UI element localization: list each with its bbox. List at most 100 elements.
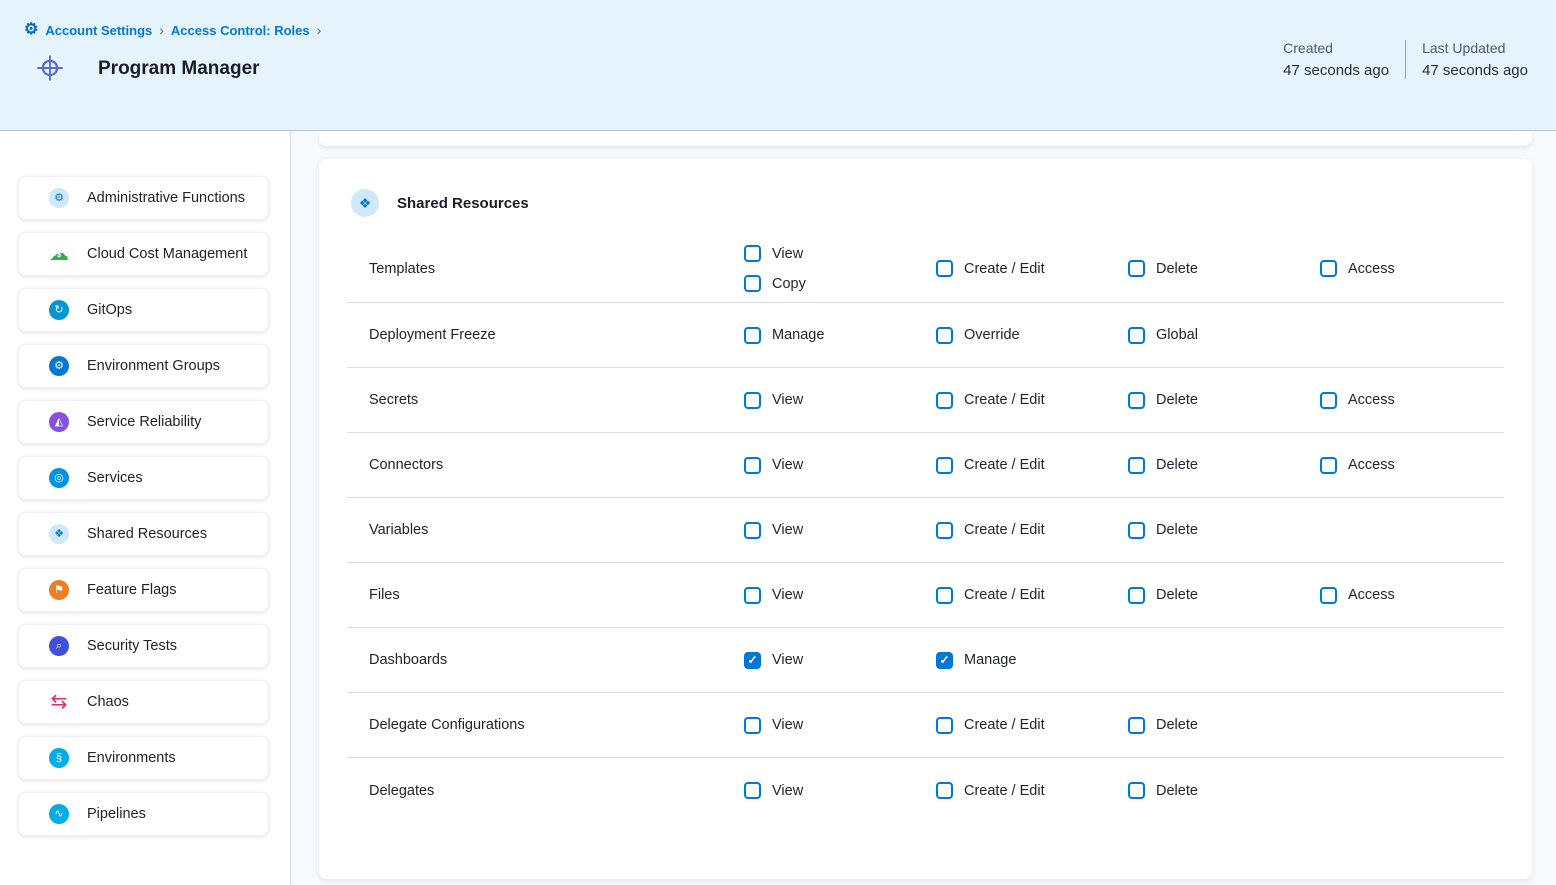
sidebar-item-gitops[interactable]: ↻ GitOps <box>18 288 269 332</box>
checkbox-checked-icon[interactable] <box>936 652 953 669</box>
permission-cell: Delete <box>1128 522 1320 539</box>
permission-cell: View <box>744 587 936 604</box>
checkbox-icon[interactable] <box>936 782 953 799</box>
dollar-overlay: $ <box>57 251 61 259</box>
sidebar-item-shared-resources[interactable]: ❖Shared Resources <box>18 512 269 556</box>
sidebar-item-label: Chaos <box>87 694 129 710</box>
checkbox-icon[interactable] <box>1320 260 1337 277</box>
permission-label: Override <box>964 327 1020 343</box>
breadcrumb: ⚙ Account Settings › Access Control: Rol… <box>24 22 1540 38</box>
permission-create-edit[interactable]: Create / Edit <box>936 717 1128 734</box>
permission-label: View <box>772 522 803 538</box>
permission-view[interactable]: View <box>744 717 936 734</box>
permission-delete[interactable]: Delete <box>1128 717 1320 734</box>
checkbox-icon[interactable] <box>744 717 761 734</box>
permission-row-secrets: SecretsViewCreate / EditDeleteAccess <box>347 368 1504 433</box>
permission-override[interactable]: Override <box>936 327 1128 344</box>
permission-create-edit[interactable]: Create / Edit <box>936 522 1128 539</box>
checkbox-icon[interactable] <box>936 392 953 409</box>
permission-cell: Global <box>1128 327 1320 344</box>
permission-delete[interactable]: Delete <box>1128 260 1320 277</box>
permission-delete[interactable]: Delete <box>1128 782 1320 799</box>
checkbox-icon[interactable] <box>744 782 761 799</box>
permission-manage[interactable]: Manage <box>744 327 936 344</box>
permission-view[interactable]: View <box>744 652 936 669</box>
permission-manage[interactable]: Manage <box>936 652 1128 669</box>
permission-create-edit[interactable]: Create / Edit <box>936 392 1128 409</box>
permission-create-edit[interactable]: Create / Edit <box>936 782 1128 799</box>
permission-delete[interactable]: Delete <box>1128 392 1320 409</box>
permission-cell: View <box>744 392 936 409</box>
checkbox-icon[interactable] <box>1128 260 1145 277</box>
checkbox-icon[interactable] <box>1320 457 1337 474</box>
permission-view[interactable]: View <box>744 782 936 799</box>
checkbox-icon[interactable] <box>744 457 761 474</box>
checkbox-icon[interactable] <box>744 587 761 604</box>
permission-delete[interactable]: Delete <box>1128 587 1320 604</box>
checkbox-checked-icon[interactable] <box>744 652 761 669</box>
permission-cell: Manage <box>936 652 1128 669</box>
permission-delete[interactable]: Delete <box>1128 522 1320 539</box>
checkbox-icon[interactable] <box>1320 392 1337 409</box>
permission-access[interactable]: Access <box>1320 457 1504 474</box>
permission-create-edit[interactable]: Create / Edit <box>936 457 1128 474</box>
permission-view[interactable]: View <box>744 245 936 262</box>
checkbox-icon[interactable] <box>744 245 761 262</box>
sidebar-item-feature-flags[interactable]: ⚑Feature Flags <box>18 568 269 612</box>
permission-access[interactable]: Access <box>1320 587 1504 604</box>
sidebar-item-label: Security Tests <box>87 638 177 654</box>
gitops-icon: ↻ <box>49 300 69 320</box>
checkbox-icon[interactable] <box>744 327 761 344</box>
checkbox-icon[interactable] <box>936 260 953 277</box>
checkbox-icon[interactable] <box>744 522 761 539</box>
checkbox-icon[interactable] <box>1128 392 1145 409</box>
permission-copy[interactable]: Copy <box>744 275 936 292</box>
checkbox-icon[interactable] <box>936 327 953 344</box>
sidebar-item-security-tests[interactable]: ⌕Security Tests <box>18 624 269 668</box>
permission-view[interactable]: View <box>744 522 936 539</box>
permission-access[interactable]: Access <box>1320 260 1504 277</box>
permission-cell: Delete <box>1128 457 1320 474</box>
checkbox-icon[interactable] <box>1128 587 1145 604</box>
checkbox-icon[interactable] <box>1320 587 1337 604</box>
sidebar-item-environment-groups[interactable]: ⚙Environment Groups <box>18 344 269 388</box>
feature-flags-icon: ⚑ <box>49 580 69 600</box>
checkbox-icon[interactable] <box>936 587 953 604</box>
sidebar-item-label: GitOps <box>87 302 132 318</box>
permission-label: Delete <box>1156 522 1198 538</box>
sidebar-item-environments[interactable]: §Environments <box>18 736 269 780</box>
permission-delete[interactable]: Delete <box>1128 457 1320 474</box>
checkbox-icon[interactable] <box>1128 782 1145 799</box>
permission-cell: View <box>744 782 936 799</box>
permission-label: Delete <box>1156 457 1198 473</box>
sidebar-item-cloud-cost-management[interactable]: ☁$Cloud Cost Management <box>18 232 269 276</box>
sidebar-item-services[interactable]: ◎Services <box>18 456 269 500</box>
checkbox-icon[interactable] <box>1128 522 1145 539</box>
permission-view[interactable]: View <box>744 392 936 409</box>
environment-groups-icon: ⚙ <box>49 356 69 376</box>
checkbox-icon[interactable] <box>936 457 953 474</box>
permission-label: View <box>772 587 803 603</box>
checkbox-icon[interactable] <box>1128 327 1145 344</box>
checkbox-icon[interactable] <box>936 717 953 734</box>
checkbox-icon[interactable] <box>1128 457 1145 474</box>
permission-view[interactable]: View <box>744 587 936 604</box>
permission-create-edit[interactable]: Create / Edit <box>936 260 1128 277</box>
sidebar-item-chaos[interactable]: ⇆Chaos <box>18 680 269 724</box>
sidebar-item-label: Shared Resources <box>87 526 207 542</box>
sidebar-item-pipelines[interactable]: ∿Pipelines <box>18 792 269 836</box>
permission-cell: View <box>744 522 936 539</box>
permission-view[interactable]: View <box>744 457 936 474</box>
checkbox-icon[interactable] <box>744 392 761 409</box>
permission-label: Create / Edit <box>964 392 1045 408</box>
checkbox-icon[interactable] <box>1128 717 1145 734</box>
checkbox-icon[interactable] <box>744 275 761 292</box>
permission-create-edit[interactable]: Create / Edit <box>936 587 1128 604</box>
permission-global[interactable]: Global <box>1128 327 1320 344</box>
permission-access[interactable]: Access <box>1320 392 1504 409</box>
sidebar-item-administrative-functions[interactable]: ⚙Administrative Functions <box>18 176 269 220</box>
breadcrumb-access-control-roles[interactable]: Access Control: Roles <box>171 23 310 38</box>
breadcrumb-account-settings[interactable]: Account Settings <box>45 23 152 38</box>
checkbox-icon[interactable] <box>936 522 953 539</box>
sidebar-item-service-reliability[interactable]: ◭Service Reliability <box>18 400 269 444</box>
